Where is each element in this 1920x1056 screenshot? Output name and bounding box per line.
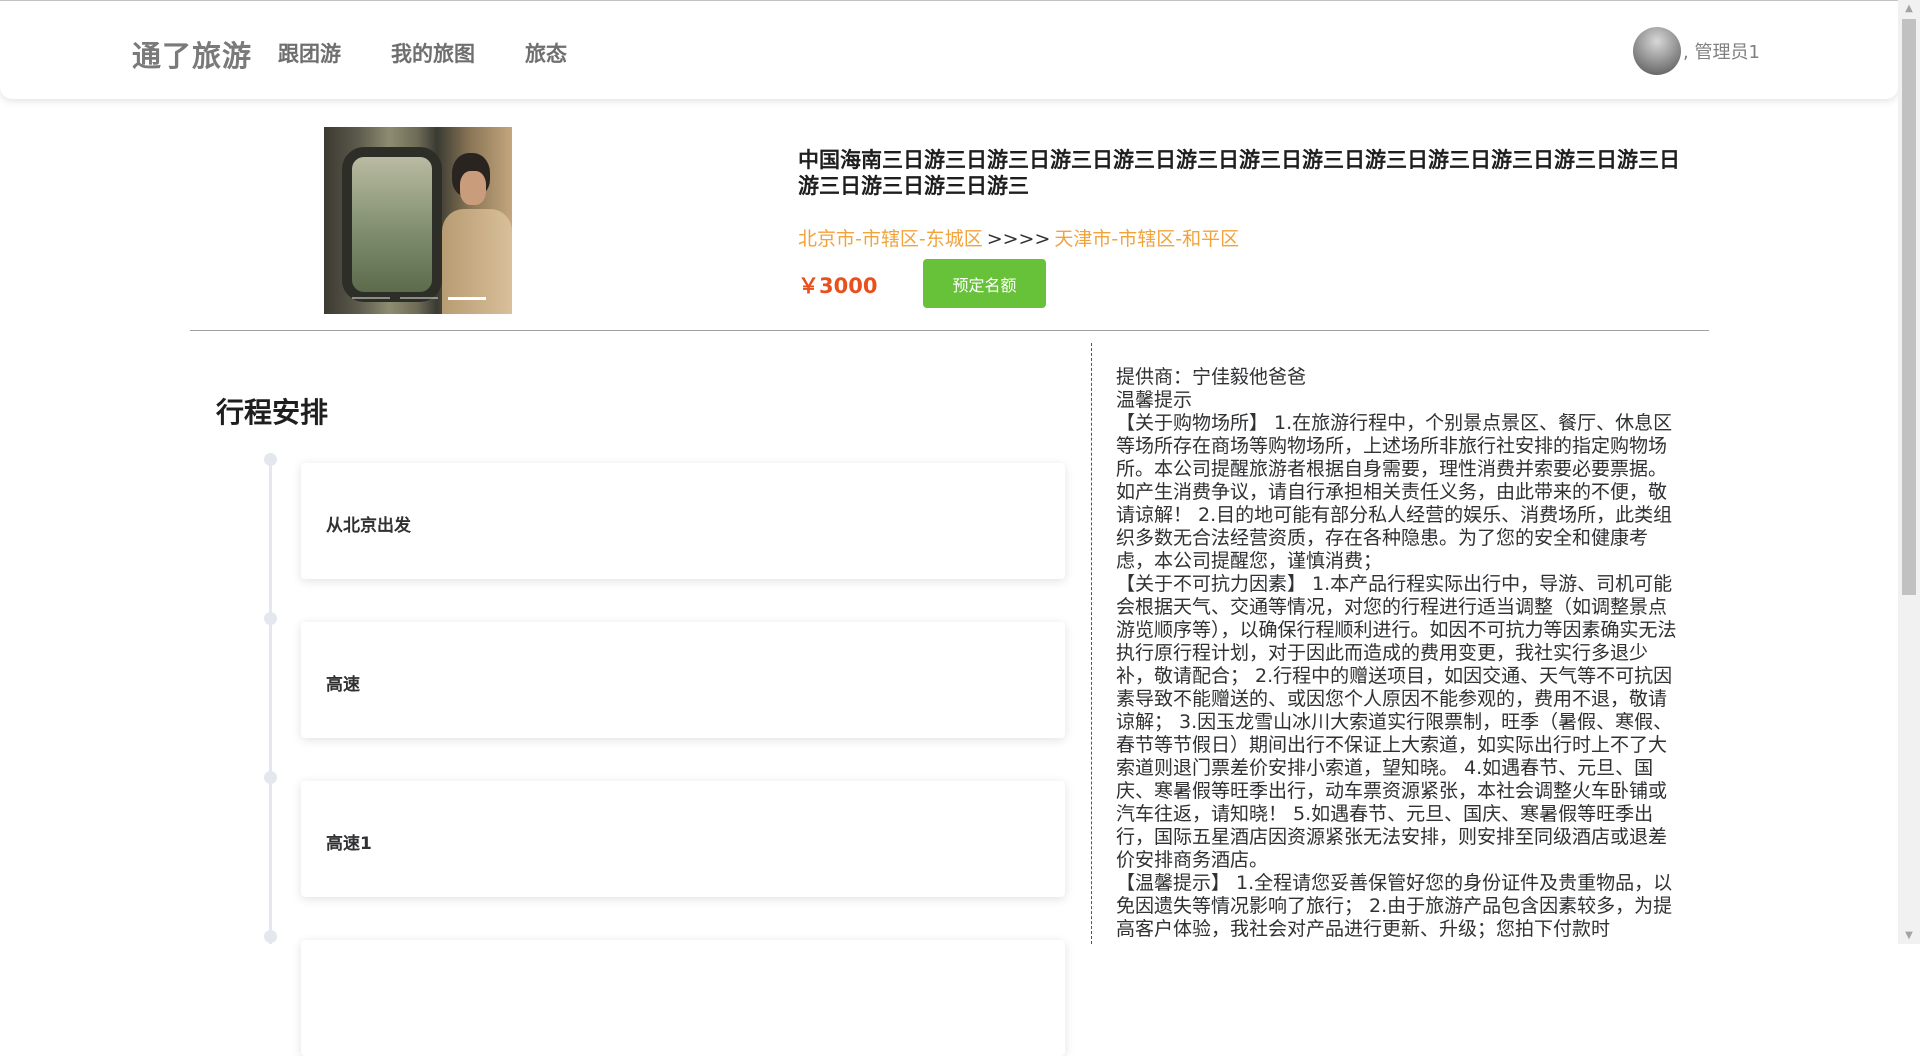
- user-menu[interactable]: , 管理员1: [1633, 27, 1760, 75]
- timeline-dot: [264, 612, 277, 625]
- route-from: 北京市-市辖区-东城区: [798, 228, 983, 250]
- book-seat-button[interactable]: 预定名额: [923, 259, 1046, 308]
- route-to: 天津市-市辖区-和平区: [1054, 228, 1240, 250]
- product-image-carousel[interactable]: [324, 127, 512, 314]
- itinerary-card-label: 高速1: [326, 834, 372, 854]
- page-scrollbar[interactable]: ▲ ▼: [1898, 0, 1920, 944]
- carousel-indicator-2[interactable]: [400, 297, 438, 299]
- nav-my-travel-map[interactable]: 我的旅图: [391, 38, 475, 68]
- product-route: 北京市-市辖区-东城区 >>>> 天津市-市辖区-和平区: [798, 224, 1239, 251]
- brand-logo-text[interactable]: 通了旅游: [132, 33, 252, 75]
- tips-paragraph-shopping: 【关于购物场所】 1.在旅游行程中，个别景点景区、餐厅、休息区等场所存在商场等购…: [1116, 412, 1673, 572]
- timeline-dot: [264, 771, 277, 784]
- username-label[interactable]: , 管理员1: [1683, 38, 1760, 64]
- avatar[interactable]: [1633, 27, 1681, 75]
- tips-panel: 提供商：宁佳毅他爸爸 温馨提示 【关于购物场所】 1.在旅游行程中，个别景点景区…: [1116, 366, 1684, 941]
- carousel-indicators: [352, 297, 486, 300]
- timeline-dot: [264, 453, 277, 466]
- carousel-photo-window: [342, 147, 442, 302]
- product-price: ￥3000: [798, 274, 878, 298]
- itinerary-card[interactable]: 高速1: [301, 781, 1065, 897]
- itinerary-card[interactable]: 从北京出发: [301, 463, 1065, 579]
- provider-line: 提供商：宁佳毅他爸爸: [1116, 366, 1307, 388]
- scroll-up-arrow-icon[interactable]: ▲: [1898, 0, 1920, 17]
- carousel-indicator-1[interactable]: [352, 297, 390, 299]
- itinerary-card-label: 从北京出发: [326, 516, 411, 536]
- itinerary-title: 行程安排: [216, 396, 329, 429]
- carousel-indicator-3[interactable]: [448, 297, 486, 300]
- route-arrow: >>>>: [986, 228, 1051, 250]
- itinerary-card-label: 高速: [326, 675, 360, 695]
- timeline-dot: [264, 930, 277, 943]
- carousel-photo-person: [442, 153, 512, 314]
- itinerary-card[interactable]: [301, 940, 1065, 1056]
- tips-paragraph-force-majeure: 【关于不可抗力因素】 1.本产品行程实际出行中，导游、司机可能会根据天气、交通等…: [1116, 573, 1677, 871]
- scrollbar-thumb[interactable]: [1902, 19, 1916, 595]
- tips-paragraph-reminder: 【温馨提示】 1.全程请您妥善保管好您的身份证件及贵重物品，以免因遗失等情况影响…: [1116, 872, 1673, 940]
- top-navbar: 通了旅游 跟团游 我的旅图 旅态 , 管理员1: [0, 1, 1898, 99]
- scroll-down-arrow-icon[interactable]: ▼: [1898, 927, 1920, 944]
- product-title: 中国海南三日游三日游三日游三日游三日游三日游三日游三日游三日游三日游三日游三日游…: [798, 148, 1680, 198]
- column-divider: [1091, 343, 1092, 944]
- itinerary-card[interactable]: 高速: [301, 622, 1065, 738]
- nav-travel-status[interactable]: 旅态: [525, 38, 567, 68]
- main-nav: 跟团游 我的旅图 旅态: [278, 38, 617, 68]
- timeline-line: [269, 458, 272, 944]
- section-divider: [190, 330, 1709, 331]
- nav-group-tour[interactable]: 跟团游: [278, 38, 341, 68]
- tips-heading: 温馨提示: [1116, 389, 1193, 411]
